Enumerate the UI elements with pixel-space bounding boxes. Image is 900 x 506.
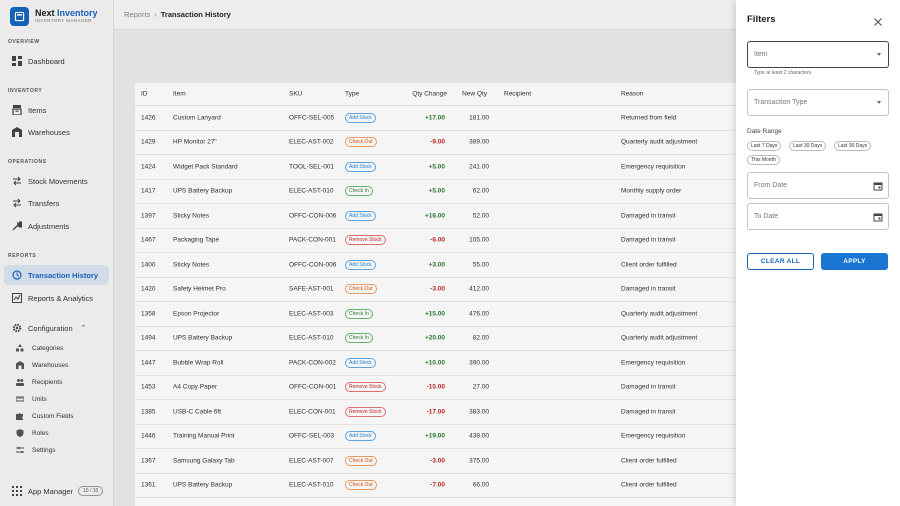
filters-drawer: Filters Item Type at least 2 characters … [736, 0, 900, 506]
filters-title: Filters [747, 14, 776, 25]
quick-range-last-7[interactable]: Last 7 Days [747, 141, 782, 151]
transaction-type-placeholder: Transaction Type [754, 99, 808, 106]
dropdown-arrow-icon [877, 53, 881, 56]
calendar-icon[interactable] [873, 181, 883, 191]
from-date-placeholder: From Date [754, 182, 788, 189]
calendar-icon[interactable] [873, 212, 883, 222]
quick-range-this-month[interactable]: This Month [747, 155, 780, 165]
quick-range-last-90[interactable]: Last 90 Days [834, 141, 872, 151]
dropdown-arrow-icon [877, 101, 881, 104]
to-date-placeholder: To Date [754, 213, 779, 220]
clear-all-button[interactable]: CLEAR ALL [747, 253, 814, 270]
item-autocomplete[interactable]: Item [747, 41, 889, 68]
quick-range-last-30[interactable]: Last 30 Days [789, 141, 827, 151]
apply-button[interactable]: APPLY [821, 253, 888, 270]
close-icon[interactable] [873, 14, 883, 26]
item-placeholder: Item [754, 51, 768, 58]
drawer-backdrop[interactable] [0, 0, 736, 506]
item-helper-text: Type at least 2 characters [754, 70, 812, 76]
date-range-label: Date Range [747, 128, 782, 135]
transaction-type-select[interactable]: Transaction Type [747, 89, 889, 116]
to-date-field[interactable]: To Date [747, 203, 889, 230]
from-date-field[interactable]: From Date [747, 172, 889, 199]
